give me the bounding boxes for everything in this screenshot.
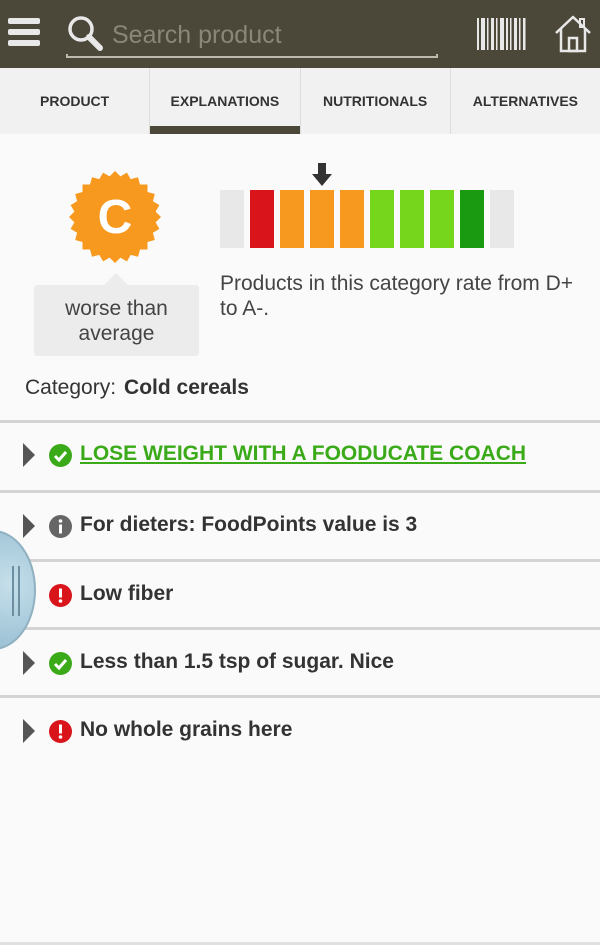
list-item-text: For dieters: FoodPoints value is 3 [80,513,418,536]
list-item-sugar[interactable]: Less than 1.5 tsp of sugar. Nice [0,630,600,696]
scale-segment [250,190,274,248]
list-item-coach[interactable]: LOSE WEIGHT WITH A FOODUCATE COACH [0,422,600,488]
check-icon [49,444,72,467]
category-label: Category: [25,376,117,399]
scale-segment [340,190,364,248]
grip-icon [12,566,20,616]
hamburger-menu-icon[interactable] [8,18,40,50]
scale-segment [490,190,514,248]
tab-bar: PRODUCT EXPLANATIONS NUTRITIONALS ALTERN… [0,68,600,134]
check-icon [49,652,72,675]
app-screen: PRODUCT EXPLANATIONS NUTRITIONALS ALTERN… [0,0,600,945]
scale-description: Products in this category rate from D+ t… [220,272,574,320]
grade-comparison-text: worse than average [65,296,168,345]
tab-nutritionals[interactable]: NUTRITIONALS [301,68,451,134]
grade-badge: C [69,171,161,263]
tab-explanations[interactable]: EXPLANATIONS [150,68,301,134]
list-item-text: Low fiber [80,582,174,605]
category-line: Category: Cold cereals [25,376,249,400]
coach-link[interactable]: LOSE WEIGHT WITH A FOODUCATE COACH [80,442,526,466]
home-icon[interactable] [554,14,592,54]
search-input[interactable] [112,18,432,52]
tab-product[interactable]: PRODUCT [0,68,151,134]
list-item-foodpoints[interactable]: For dieters: FoodPoints value is 3 [0,493,600,559]
grade-letter: C [98,191,133,244]
list-item-text: No whole grains here [80,718,293,741]
search-box[interactable] [66,10,438,58]
scale-segment [220,190,244,248]
grade-comparison-bubble: worse than average [34,273,199,356]
list-item-grains[interactable]: No whole grains here [0,698,600,764]
category-value: Cold cereals [124,376,249,399]
scale-segment [310,190,334,248]
alert-icon [49,720,72,743]
search-underline [66,54,438,58]
expand-arrow-icon[interactable] [22,442,36,468]
list-item-fiber[interactable]: Low fiber [0,562,600,628]
scale-segment [430,190,454,248]
scale-segment [460,190,484,248]
scale-segment [280,190,304,248]
tab-alternatives[interactable]: ALTERNATIVES [451,68,600,134]
info-icon [49,515,72,538]
expand-arrow-icon[interactable] [22,650,36,676]
expand-arrow-icon[interactable] [22,513,36,539]
barcode-icon[interactable] [476,18,526,50]
rating-scale [220,190,520,248]
expand-arrow-icon[interactable] [22,718,36,744]
scale-segment [400,190,424,248]
scale-segment [370,190,394,248]
alert-icon [49,584,72,607]
scale-marker-arrow-icon [312,163,332,186]
top-bar [0,0,600,68]
list-item-text: Less than 1.5 tsp of sugar. Nice [80,650,394,673]
search-icon[interactable] [66,14,104,52]
